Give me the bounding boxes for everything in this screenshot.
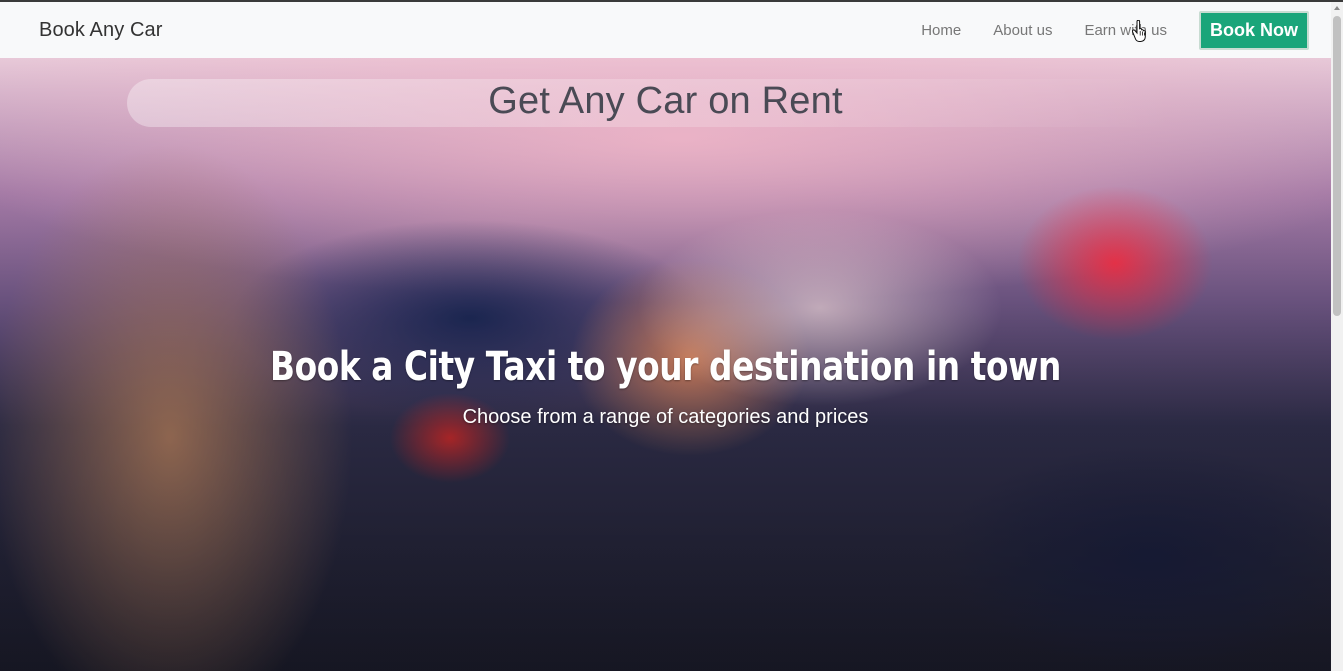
- hero-section: Get Any Car on Rent Book a City Taxi to …: [0, 58, 1331, 671]
- scroll-up-arrow-icon[interactable]: [1334, 6, 1340, 10]
- nav-link-earn[interactable]: Earn with us: [1084, 22, 1167, 39]
- brand-logo[interactable]: Book Any Car: [39, 19, 163, 42]
- nav-link-home[interactable]: Home: [921, 22, 961, 39]
- nav-links: Home About us Earn with us Book Now: [921, 2, 1331, 58]
- book-now-button[interactable]: Book Now: [1199, 10, 1309, 50]
- page-scrollbar[interactable]: [1331, 2, 1343, 671]
- nav-link-about[interactable]: About us: [993, 22, 1052, 39]
- hand-pointer-icon: [1132, 20, 1146, 42]
- hero-headline: Book a City Taxi to your destination in …: [270, 344, 1061, 390]
- scrollbar-thumb[interactable]: [1333, 16, 1341, 316]
- hero-title: Get Any Car on Rent: [488, 80, 843, 122]
- hero-subheadline: Choose from a range of categories and pr…: [462, 406, 869, 428]
